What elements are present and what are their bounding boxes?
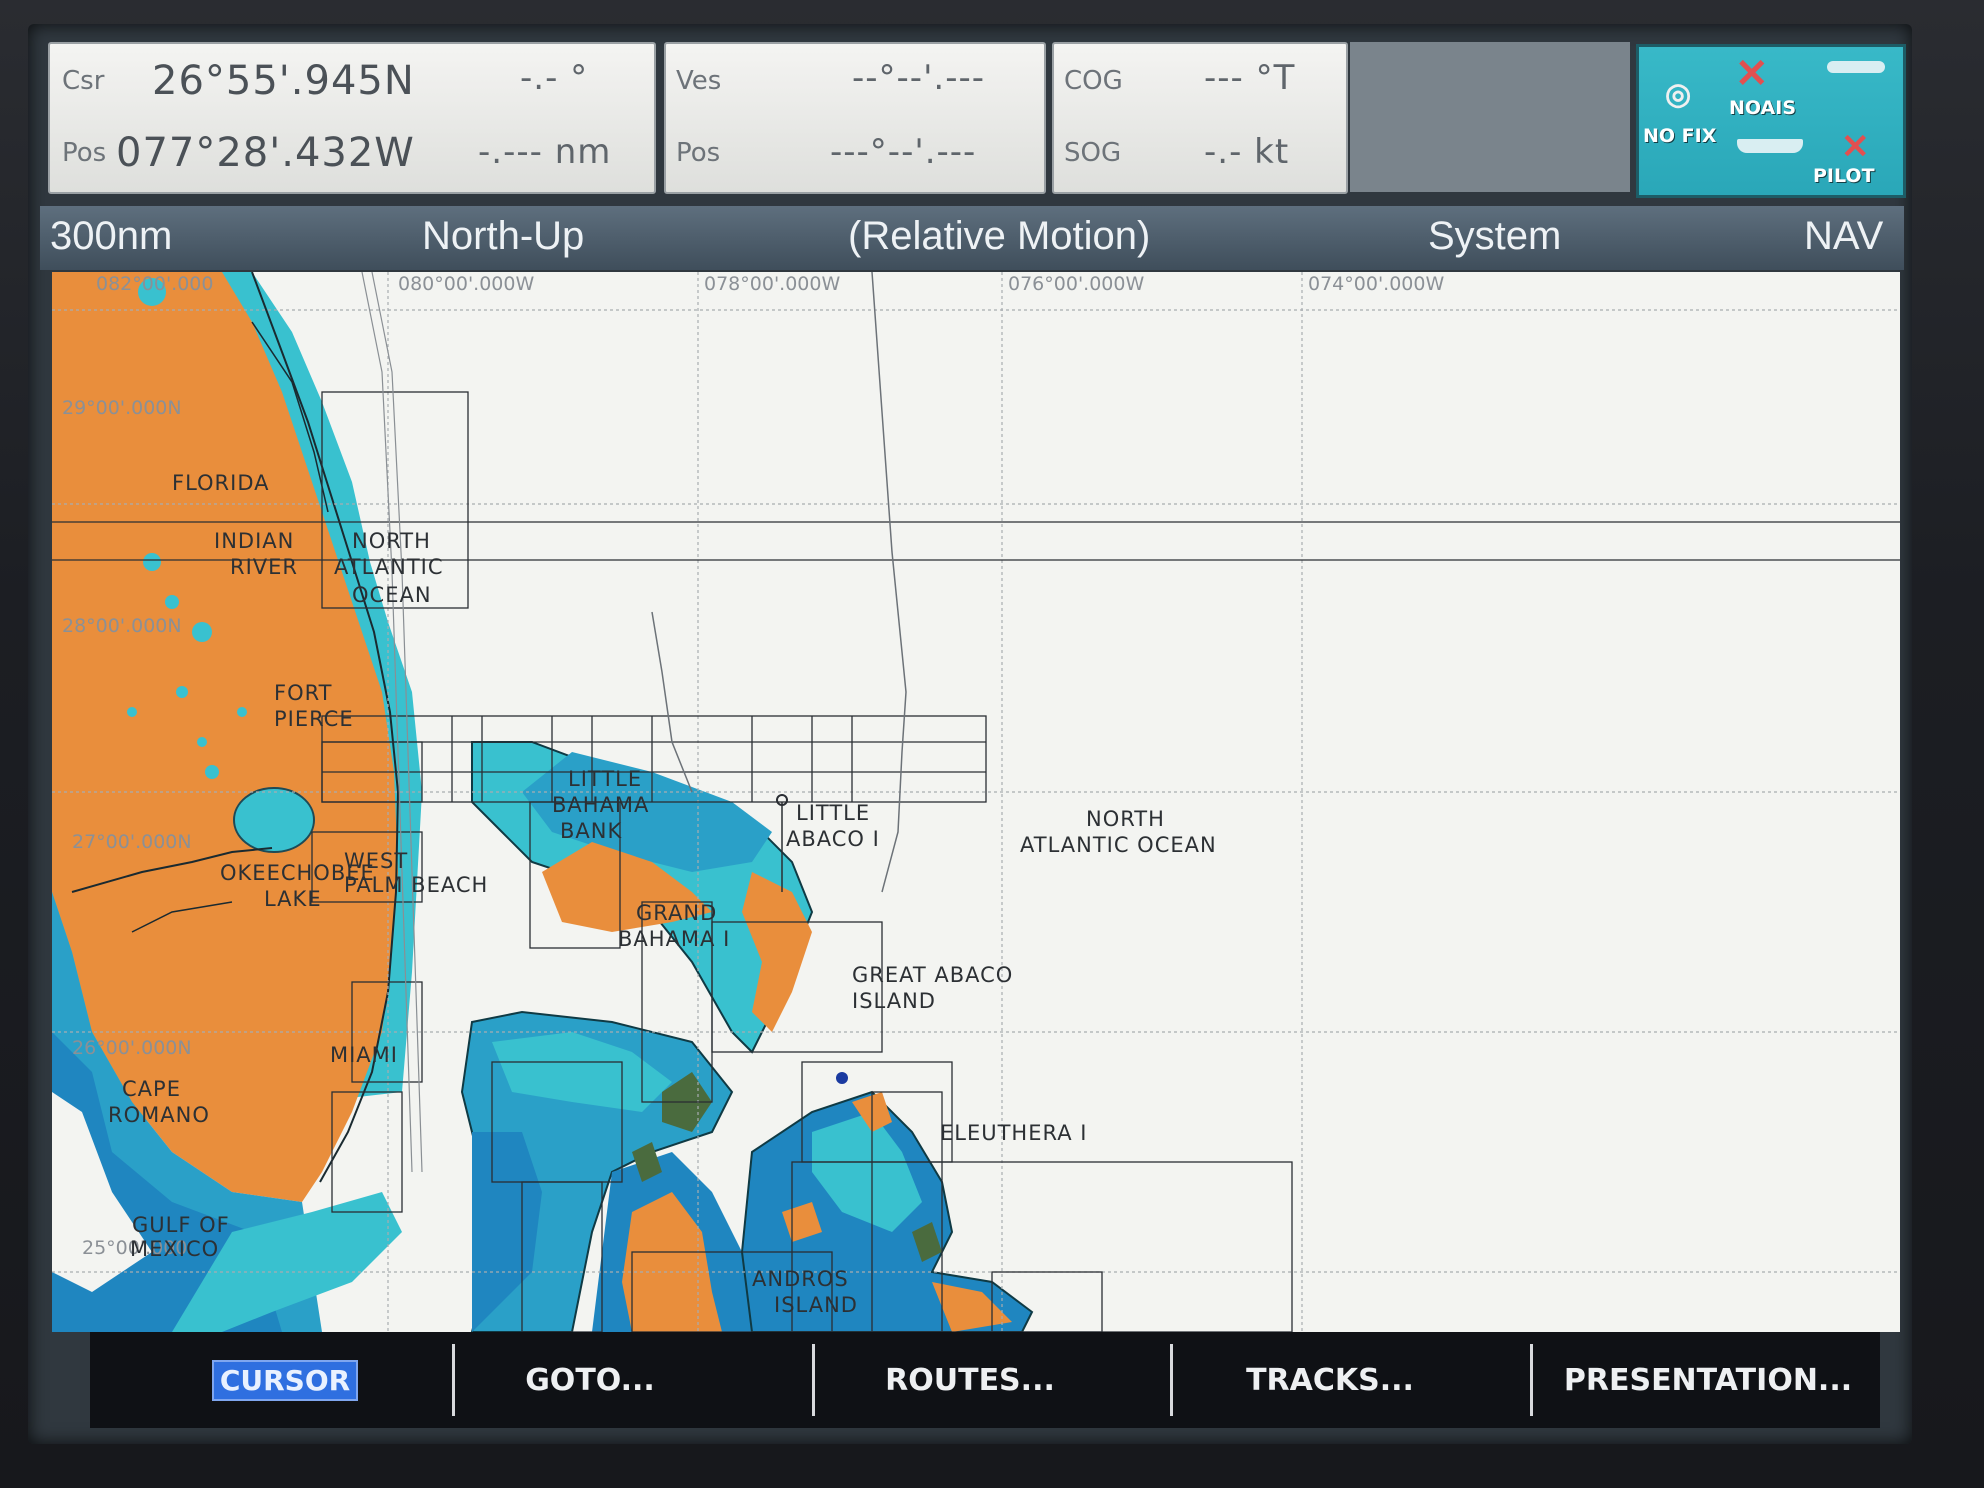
nav-page: NAV xyxy=(1804,214,1884,258)
label-island: ISLAND xyxy=(852,989,936,1013)
vessel-position-panel: Ves --°--'.--- Pos ---°--'.--- xyxy=(664,42,1046,194)
gps-icon: ◎ xyxy=(1665,78,1692,111)
label-grand: GRAND xyxy=(636,901,717,925)
label-andros: ANDROS xyxy=(752,1267,849,1291)
lat-label-28: 28°00'.000N xyxy=(62,615,182,637)
pilot-status: PILOT xyxy=(1813,165,1875,187)
label-abaco-i: ABACO I xyxy=(786,827,880,851)
label-pierce: PIERCE xyxy=(274,707,354,731)
cursor-softkey-label: CURSOR xyxy=(211,1359,359,1401)
sog-value: -.- kt xyxy=(1204,132,1290,172)
label-lake: LAKE xyxy=(264,887,322,911)
label-river: RIVER xyxy=(230,555,298,579)
cog-value: --- °T xyxy=(1204,58,1296,98)
lon-label-082: 082°00'.000 xyxy=(96,273,213,295)
cursor-position-panel: Csr 26°55'.945N -.- ° Pos 077°28'.432W -… xyxy=(48,42,656,194)
lat-label-29: 29°00'.000N xyxy=(62,397,182,419)
ves-pos-label: Pos xyxy=(676,138,721,168)
label-bahama: BAHAMA xyxy=(552,793,649,817)
label-indian: INDIAN xyxy=(214,529,294,553)
vessel-longitude: ---°--'.--- xyxy=(830,132,977,172)
label-nao-big-2: ATLANTIC OCEAN xyxy=(1020,833,1217,857)
lon-label-078: 078°00'.000W xyxy=(704,273,840,295)
label-little-2: LITTLE xyxy=(796,801,870,825)
nofix-status: NO FIX xyxy=(1643,125,1717,147)
label-bank: BANK xyxy=(560,819,622,843)
label-romano: ROMANO xyxy=(108,1103,210,1127)
label-nao-small-1: NORTH xyxy=(352,529,431,553)
ves-label: Ves xyxy=(676,66,722,96)
lon-label-076: 076°00'.000W xyxy=(1008,273,1144,295)
label-nao-small-2: ATLANTIC xyxy=(334,555,444,579)
label-little-1: LITTLE xyxy=(568,767,642,791)
label-fort: FORT xyxy=(274,681,333,705)
orientation-mode[interactable]: North-Up xyxy=(422,214,584,259)
lon-label-080: 080°00'.000W xyxy=(398,273,534,295)
label-miami: MIAMI xyxy=(330,1043,398,1067)
motion-mode[interactable]: (Relative Motion) xyxy=(848,214,1150,259)
label-nao-small-3: OCEAN xyxy=(352,583,432,607)
noais-status: NOAIS xyxy=(1729,97,1797,119)
label-bahama-i: BAHAMA I xyxy=(618,927,730,951)
cog-sog-panel: COG --- °T SOG -.- kt xyxy=(1052,42,1348,194)
cursor-bearing: -.- ° xyxy=(520,58,589,98)
boat-icon xyxy=(1737,139,1803,153)
chart-title-bar: 300nm North-Up (Relative Motion) System … xyxy=(40,206,1904,270)
softkey-divider xyxy=(812,1344,815,1416)
lon-label-074: 074°00'.000W xyxy=(1308,273,1444,295)
chart-svg[interactable]: 082°00'.000 080°00'.000W 078°00'.000W 07… xyxy=(52,272,1900,1332)
goto-softkey[interactable]: GOTO... xyxy=(460,1350,720,1410)
label-eleuthera: ELEUTHERA I xyxy=(940,1121,1087,1145)
cursor-softkey[interactable]: CURSOR xyxy=(200,1350,370,1410)
softkey-divider xyxy=(1170,1344,1173,1416)
label-gulf-of: GULF OF xyxy=(132,1213,230,1237)
routes-softkey[interactable]: ROUTES... xyxy=(820,1350,1120,1410)
ais-off-icon: ✕ xyxy=(1735,52,1769,96)
range-scale[interactable]: 300nm xyxy=(50,214,172,259)
status-indicators[interactable]: ◎ ✕ NO FIX NOAIS ✕ PILOT xyxy=(1636,44,1906,198)
chart-window[interactable]: 082°00'.000 080°00'.000W 078°00'.000W 07… xyxy=(52,272,1900,1332)
pos-label: Pos xyxy=(62,138,107,168)
tracks-softkey[interactable]: TRACKS... xyxy=(1180,1350,1480,1410)
label-great-abaco: GREAT ABACO xyxy=(852,963,1013,987)
softkey-bar: CURSOR GOTO... ROUTES... TRACKS... PRESE… xyxy=(90,1332,1880,1428)
label-andros-island: ISLAND xyxy=(774,1293,858,1317)
label-cape: CAPE xyxy=(122,1077,181,1101)
csr-label: Csr xyxy=(62,66,105,96)
softkey-divider xyxy=(1530,1344,1533,1416)
presentation-softkey[interactable]: PRESENTATION... xyxy=(1536,1350,1880,1410)
label-nao-big-1: NORTH xyxy=(1086,807,1165,831)
softkey-divider xyxy=(452,1344,455,1416)
label-west: WEST xyxy=(344,849,408,873)
pilot-off-icon: ✕ xyxy=(1841,128,1870,166)
cog-label: COG xyxy=(1064,66,1123,96)
label-mexico: MEXICO xyxy=(130,1237,219,1261)
sog-label: SOG xyxy=(1064,138,1122,168)
label-florida: FLORIDA xyxy=(172,471,270,495)
label-palm-beach: PALM BEACH xyxy=(344,873,488,897)
datum-mode: System xyxy=(1428,214,1562,258)
cursor-latitude: 26°55'.945N xyxy=(152,58,415,104)
radar-icon xyxy=(1827,61,1885,73)
lat-label-27: 27°00'.000N xyxy=(72,831,192,853)
cursor-range: -.--- nm xyxy=(478,132,612,172)
vessel-latitude: --°--'.--- xyxy=(852,58,986,98)
cursor-longitude: 077°28'.432W xyxy=(116,130,415,176)
lat-label-26: 26°00'.000N xyxy=(72,1037,192,1059)
empty-databox xyxy=(1350,42,1630,192)
